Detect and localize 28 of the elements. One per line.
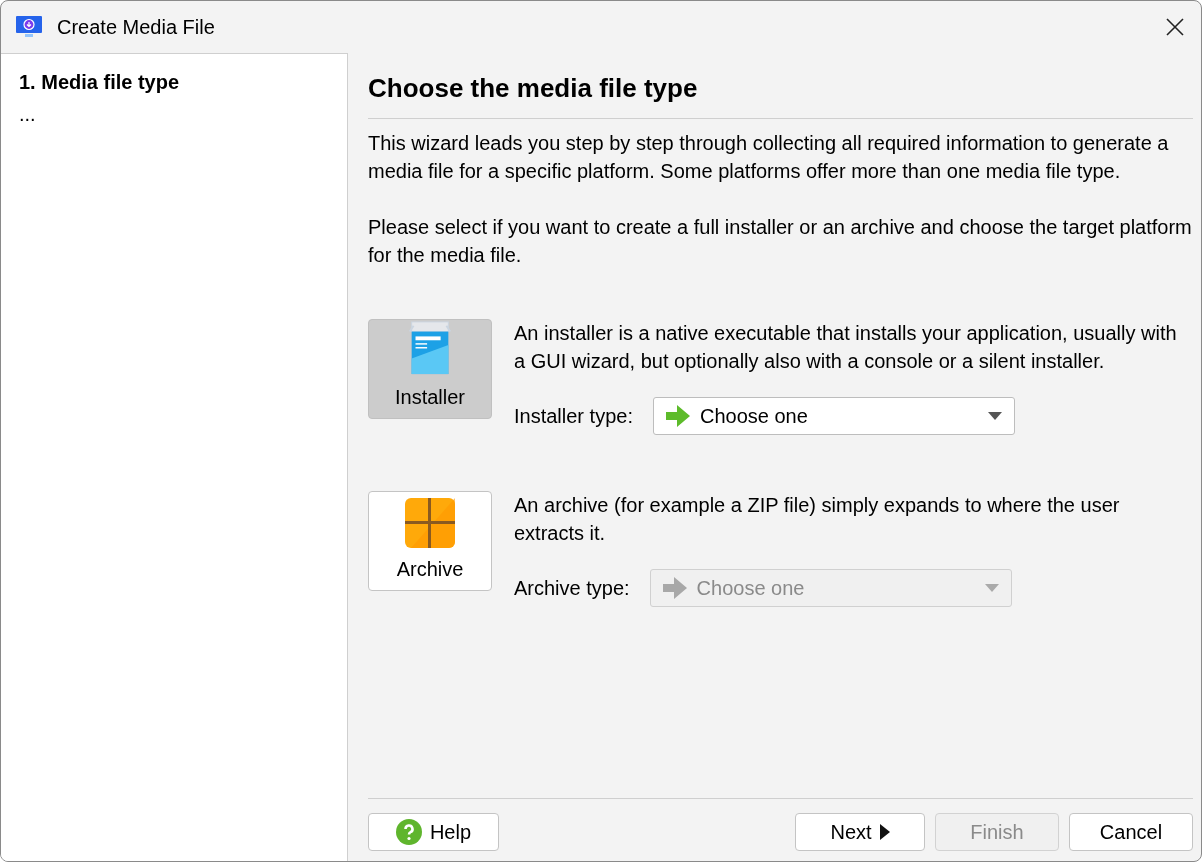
dropdown-value: Choose one [699, 404, 808, 429]
description-text: This wizard leads you step by step through collecting all required information to generate a media file for a specific platform. Some platforms offer more than one media file type. [368, 131, 1170, 184]
close-icon[interactable] [1165, 17, 1185, 37]
description-text: Please select if you want to create a full installer or an archive and choose the target platform for the media file. [368, 215, 1193, 268]
box-icon [407, 320, 453, 376]
window-title: Create Media File [57, 15, 215, 40]
next-button[interactable]: Next [795, 813, 925, 851]
field-label: Installer type: [514, 404, 633, 429]
triangle-right-icon [879, 824, 890, 840]
app-icon [16, 15, 42, 39]
cancel-button[interactable]: Cancel [1069, 813, 1193, 851]
option-description: An installer is a native executable that installs your application, usually with a GUI wizard, but optionally also with a console or a silent installer. [514, 321, 1178, 374]
arrow-icon [665, 404, 690, 428]
step-item[interactable]: ... [19, 100, 329, 128]
type-dropdown[interactable]: Choose one [652, 397, 1015, 435]
help-icon [395, 819, 422, 845]
dropdown-value: Choose one [696, 576, 805, 601]
page-heading: Choose the media file type [368, 69, 1193, 119]
field-label: Archive type: [514, 576, 630, 601]
arrow-icon [662, 576, 687, 600]
option-description: An archive (for example a ZIP file) simply expands to where the user extracts it. [514, 493, 1121, 546]
step-item[interactable]: 1. Media file type [19, 68, 329, 96]
dropdown-caret-icon [987, 412, 1002, 420]
option-tile[interactable]: Archive [368, 491, 492, 591]
package-icon [405, 498, 455, 548]
help-button[interactable]: Help [368, 813, 499, 851]
dropdown-caret-icon [984, 584, 999, 592]
option-tile[interactable]: Installer [368, 319, 492, 419]
